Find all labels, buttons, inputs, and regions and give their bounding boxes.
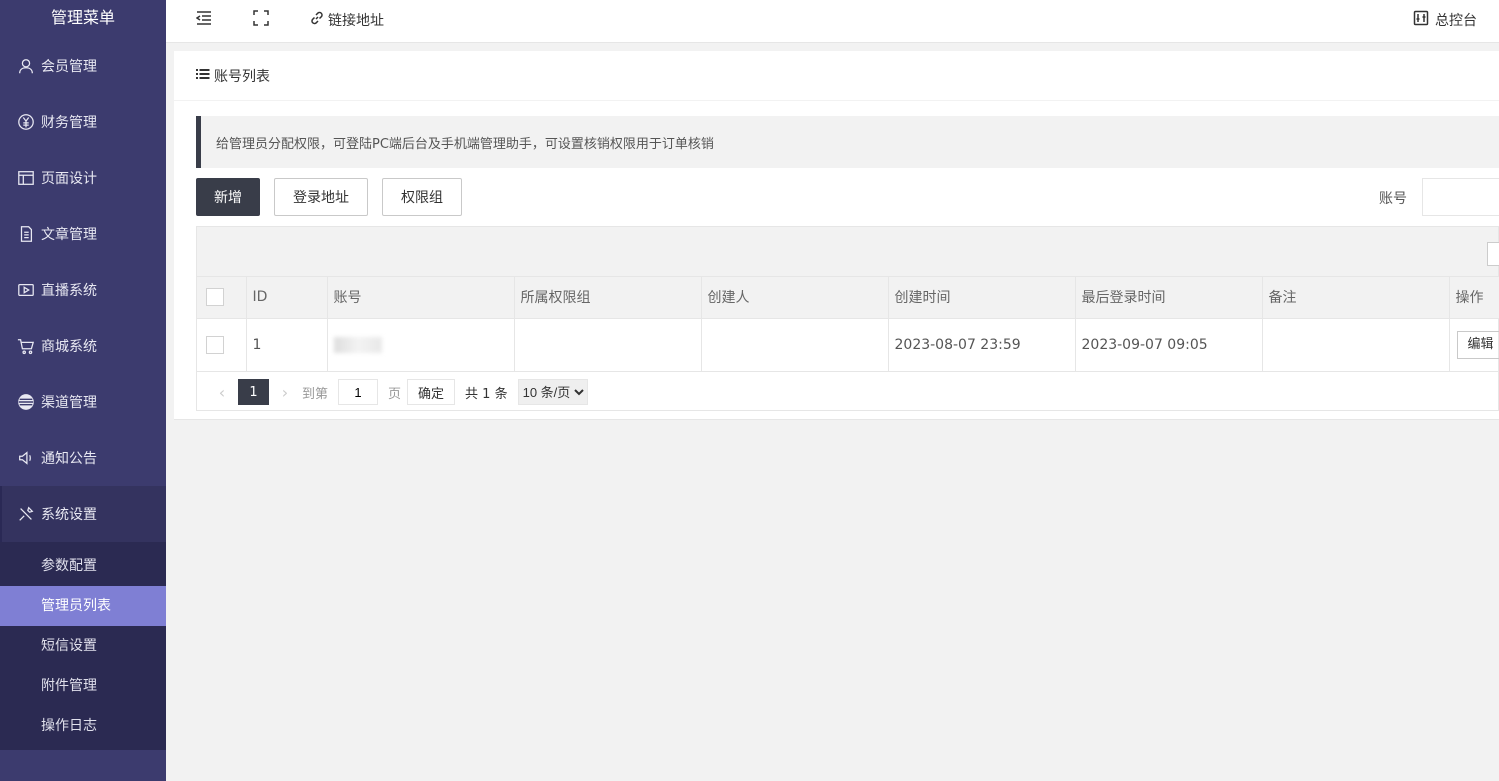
submenu-item-logs[interactable]: 操作日志 <box>0 706 166 746</box>
cart-icon <box>16 336 36 356</box>
account-search-input[interactable] <box>1422 178 1499 216</box>
select-all-checkbox[interactable] <box>206 288 224 307</box>
settings-submenu: 参数配置 管理员列表 短信设置 附件管理 操作日志 <box>0 542 166 750</box>
tools-icon <box>16 504 36 524</box>
cell-creator <box>701 318 889 372</box>
table-toolbar <box>197 227 1499 277</box>
sidebar-item-label: 财务管理 <box>41 115 97 131</box>
card-title: 账号列表 <box>214 68 270 85</box>
sidebar-item-settings[interactable]: 系统设置 <box>0 486 166 542</box>
fullscreen-button[interactable] <box>253 10 269 30</box>
sidebar-item-label: 系统设置 <box>41 507 97 523</box>
print-icon[interactable] <box>1487 242 1499 266</box>
list-icon <box>196 67 214 85</box>
data-table: ID 账号 所属权限组 创建人 创建时间 最后登录时间 备注 操作 1 2023… <box>197 277 1499 372</box>
total-count: 共 1 条 <box>465 386 508 402</box>
card-header: 账号列表 <box>174 51 1499 101</box>
user-icon <box>16 56 36 76</box>
page-size-select[interactable]: 10 条/页 <box>517 379 588 405</box>
cell-actions: 编辑 <box>1449 318 1499 372</box>
yen-icon <box>16 112 36 132</box>
cell-id: 1 <box>246 318 328 372</box>
sidebar-item-label: 页面设计 <box>41 171 97 187</box>
submenu-item-params[interactable]: 参数配置 <box>0 546 166 586</box>
top-header: 链接地址 总控台 <box>166 0 1499 43</box>
notice-text: 给管理员分配权限，可登陆PC端后台及手机端管理助手，可设置核销权限用于订单核销 <box>216 136 714 152</box>
sidebar: 管理菜单 会员管理 财务管理 页面设计 文章管理 直播系统 商城系统 渠道管理 … <box>0 0 166 781</box>
sidebar-item-page-design[interactable]: 页面设计 <box>0 150 166 206</box>
sidebar-item-members[interactable]: 会员管理 <box>0 38 166 94</box>
dashboard-button[interactable]: 总控台 <box>1413 10 1477 30</box>
collapse-menu-button[interactable] <box>195 10 212 30</box>
column-header: 创建时间 <box>888 277 1076 319</box>
indent-icon <box>195 10 212 30</box>
column-header: 创建人 <box>701 277 889 319</box>
cell-group <box>514 318 702 372</box>
sidebar-item-finance[interactable]: 财务管理 <box>0 94 166 150</box>
sidebar-item-label: 渠道管理 <box>41 395 97 411</box>
cell-created-time: 2023-08-07 23:59 <box>888 318 1076 372</box>
sidebar-item-label: 直播系统 <box>41 283 97 299</box>
link-icon <box>309 10 325 30</box>
account-list-card: 账号列表 给管理员分配权限，可登陆PC端后台及手机端管理助手，可设置核销权限用于… <box>174 51 1499 420</box>
sidebar-item-label: 文章管理 <box>41 227 97 243</box>
account-search-label: 账号 <box>1379 191 1407 207</box>
dashboard-icon <box>1413 10 1429 30</box>
sidebar-item-label: 商城系统 <box>41 339 97 355</box>
edit-button[interactable]: 编辑 <box>1456 330 1499 359</box>
add-button[interactable]: 新增 <box>196 178 260 216</box>
goto-page-input[interactable] <box>338 379 379 405</box>
sidebar-item-mall[interactable]: 商城系统 <box>0 318 166 374</box>
goto-label: 到第 <box>302 386 329 402</box>
next-page-icon[interactable]: › <box>274 383 296 402</box>
table-header-row: ID 账号 所属权限组 创建人 创建时间 最后登录时间 备注 操作 <box>197 277 1499 319</box>
column-header: 所属权限组 <box>514 277 702 319</box>
row-checkbox[interactable] <box>206 335 224 354</box>
redacted-account <box>333 336 382 353</box>
submenu-item-sms[interactable]: 短信设置 <box>0 626 166 666</box>
sidebar-title: 管理菜单 <box>50 8 115 27</box>
cell-account <box>327 318 515 372</box>
dashboard-label: 总控台 <box>1435 13 1477 29</box>
column-header: 账号 <box>327 277 515 319</box>
pagination: ‹ 1 › 到第 页 确定 共 1 条 10 条/页 <box>211 379 588 405</box>
sidebar-item-notices[interactable]: 通知公告 <box>0 430 166 486</box>
submenu-item-attachments[interactable]: 附件管理 <box>0 666 166 706</box>
document-icon <box>16 224 36 244</box>
column-header: 操作 <box>1449 277 1499 319</box>
speaker-icon <box>16 448 36 468</box>
permission-group-button[interactable]: 权限组 <box>382 178 462 216</box>
login-url-button[interactable]: 登录地址 <box>274 178 368 216</box>
column-header: 备注 <box>1262 277 1450 319</box>
column-header: ID <box>246 277 328 319</box>
prev-page-icon[interactable]: ‹ <box>211 383 233 402</box>
sidebar-item-articles[interactable]: 文章管理 <box>0 206 166 262</box>
sidebar-item-label: 通知公告 <box>41 451 97 467</box>
sidebar-item-label: 会员管理 <box>41 59 97 75</box>
fullscreen-icon <box>253 10 269 30</box>
account-table: ID 账号 所属权限组 创建人 创建时间 最后登录时间 备注 操作 1 2023… <box>196 226 1499 411</box>
cell-last-login: 2023-09-07 09:05 <box>1075 318 1263 372</box>
submenu-item-admin-list[interactable]: 管理员列表 <box>0 586 166 626</box>
goto-confirm-button[interactable]: 确定 <box>407 379 456 405</box>
link-address-button[interactable]: 链接地址 <box>309 10 384 30</box>
sidebar-item-channels[interactable]: 渠道管理 <box>0 374 166 430</box>
current-page[interactable]: 1 <box>238 379 269 405</box>
link-address-label: 链接地址 <box>328 13 384 29</box>
video-icon <box>16 280 36 300</box>
notice-banner: 给管理员分配权限，可登陆PC端后台及手机端管理助手，可设置核销权限用于订单核销 <box>196 116 1499 168</box>
column-header: 最后登录时间 <box>1075 277 1263 319</box>
page-suffix-label: 页 <box>388 386 402 402</box>
table-row: 1 2023-08-07 23:59 2023-09-07 09:05 编辑 <box>197 318 1499 372</box>
sidebar-item-live[interactable]: 直播系统 <box>0 262 166 318</box>
cell-note <box>1262 318 1450 372</box>
channel-icon <box>16 392 36 412</box>
layout-icon <box>16 168 36 188</box>
